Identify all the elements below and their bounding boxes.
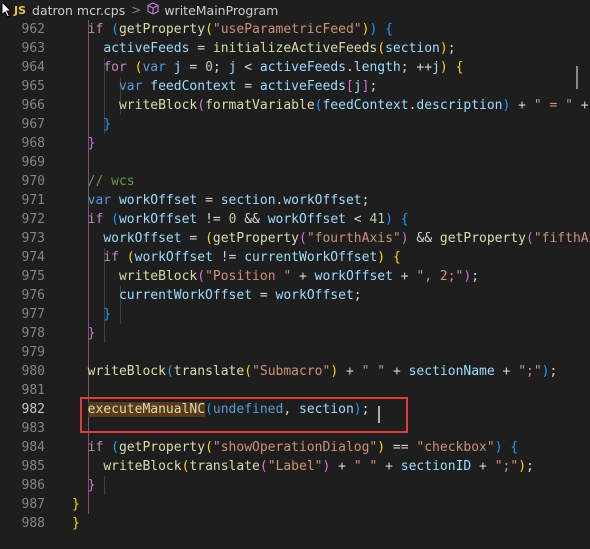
line-number: 967: [21, 117, 45, 132]
code-text: }: [72, 516, 80, 531]
code-text: // wcs: [87, 174, 135, 189]
code-line[interactable]: 970 // wcs: [0, 172, 590, 191]
code-line[interactable]: 969: [0, 153, 590, 172]
breadcrumb-file[interactable]: datron mcr.cps: [32, 3, 125, 18]
code-line[interactable]: 982 executeManualNC(undefined, section);: [0, 400, 590, 419]
code-text: writeBlock(translate("Label") + " " + se…: [103, 459, 534, 474]
code-text: var workOffset = section.workOffset;: [87, 193, 370, 208]
code-text: writeBlock("Position " + workOffset + ",…: [118, 269, 480, 284]
code-editor[interactable]: 962 if (getProperty("useParametricFeed")…: [0, 20, 590, 549]
code-text: for (var j = 0; j < activeFeeds.length; …: [103, 60, 464, 75]
code-line[interactable]: 964 for (var j = 0; j < activeFeeds.leng…: [0, 58, 590, 77]
line-number: 988: [21, 516, 45, 531]
breadcrumb: JS datron mcr.cps > writeMainProgram: [0, 0, 590, 20]
breadcrumb-symbol[interactable]: writeMainProgram: [164, 3, 278, 18]
code-text: }: [72, 497, 80, 512]
line-number: 981: [21, 383, 45, 398]
line-number: 972: [21, 212, 45, 227]
line-number: 973: [21, 231, 45, 246]
line-number: 968: [21, 136, 45, 151]
code-line[interactable]: 978 }: [0, 324, 590, 343]
code-text: }: [87, 136, 96, 151]
code-line[interactable]: 981: [0, 381, 590, 400]
code-line[interactable]: 977 }: [0, 305, 590, 324]
line-number: 986: [21, 478, 45, 493]
line-number: 966: [21, 98, 45, 113]
code-line[interactable]: 962 if (getProperty("useParametricFeed")…: [0, 20, 590, 39]
line-number: 969: [21, 155, 45, 170]
code-line[interactable]: 980 writeBlock(translate("Submacro") + "…: [0, 362, 590, 381]
line-number: 970: [21, 174, 45, 189]
code-line[interactable]: 967 }: [0, 115, 590, 134]
code-line[interactable]: 971 var workOffset = section.workOffset;: [0, 191, 590, 210]
line-number: 964: [21, 60, 45, 75]
code-line[interactable]: 987}: [0, 495, 590, 514]
code-line[interactable]: 965 var feedContext = activeFeeds[j];: [0, 77, 590, 96]
code-text: if (getProperty("useParametricFeed")) {: [87, 22, 393, 37]
line-number: 979: [21, 345, 45, 360]
code-text: currentWorkOffset = workOffset;: [118, 288, 362, 303]
code-text: if (getProperty("showOperationDialog") =…: [87, 440, 519, 455]
code-line[interactable]: 983: [0, 419, 590, 438]
code-text: }: [87, 326, 96, 341]
code-text: activeFeeds = initializeActiveFeeds(sect…: [103, 41, 456, 56]
line-number: 963: [21, 41, 45, 56]
code-text: if (workOffset != currentWorkOffset) {: [103, 250, 401, 265]
line-number: 985: [21, 459, 45, 474]
line-number: 982: [21, 402, 45, 417]
line-number: 974: [21, 250, 45, 265]
code-line[interactable]: 984 if (getProperty("showOperationDialog…: [0, 438, 590, 457]
line-number: 983: [21, 421, 45, 436]
code-text: if (workOffset != 0 && workOffset < 41) …: [87, 212, 409, 227]
code-line[interactable]: 963 activeFeeds = initializeActiveFeeds(…: [0, 39, 590, 58]
line-number: 971: [21, 193, 45, 208]
line-number: 984: [21, 440, 45, 455]
code-text: writeBlock(translate("Submacro") + " " +…: [87, 364, 558, 379]
code-line[interactable]: 972 if (workOffset != 0 && workOffset < …: [0, 210, 590, 229]
code-line[interactable]: 985 writeBlock(translate("Label") + " " …: [0, 457, 590, 476]
code-line[interactable]: 979: [0, 343, 590, 362]
code-line[interactable]: 974 if (workOffset != currentWorkOffset)…: [0, 248, 590, 267]
line-number: 965: [21, 79, 45, 94]
chevron-right-icon: >: [131, 3, 142, 17]
code-text: }: [87, 478, 96, 493]
text-cursor: [378, 406, 380, 423]
code-text: }: [103, 307, 112, 322]
line-number: 976: [21, 288, 45, 303]
method-cube-icon: [147, 2, 159, 18]
code-text: executeManualNC(undefined, section);: [87, 402, 370, 417]
mouse-pointer-icon: [1, 0, 13, 21]
js-file-icon: JS: [14, 3, 27, 17]
line-number: 962: [21, 22, 45, 37]
line-number: 980: [21, 364, 45, 379]
line-number: 978: [21, 326, 45, 341]
code-line[interactable]: 988}: [0, 514, 590, 533]
code-line[interactable]: 966 writeBlock(formatVariable(feedContex…: [0, 96, 590, 115]
code-line[interactable]: 968 }: [0, 134, 590, 153]
line-number: 977: [21, 307, 45, 322]
line-number: 987: [21, 497, 45, 512]
code-text: var feedContext = activeFeeds[j];: [118, 79, 378, 94]
line-number: 975: [21, 269, 45, 284]
code-line[interactable]: 973 workOffset = (getProperty("fourthAxi…: [0, 229, 590, 248]
code-line[interactable]: 975 writeBlock("Position " + workOffset …: [0, 267, 590, 286]
code-text: writeBlock(formatVariable(feedContext.de…: [118, 98, 589, 113]
code-line[interactable]: 986 }: [0, 476, 590, 495]
code-text: }: [103, 117, 112, 132]
code-line[interactable]: 976 currentWorkOffset = workOffset;: [0, 286, 590, 305]
code-text: workOffset = (getProperty("fourthAxis") …: [103, 231, 590, 246]
